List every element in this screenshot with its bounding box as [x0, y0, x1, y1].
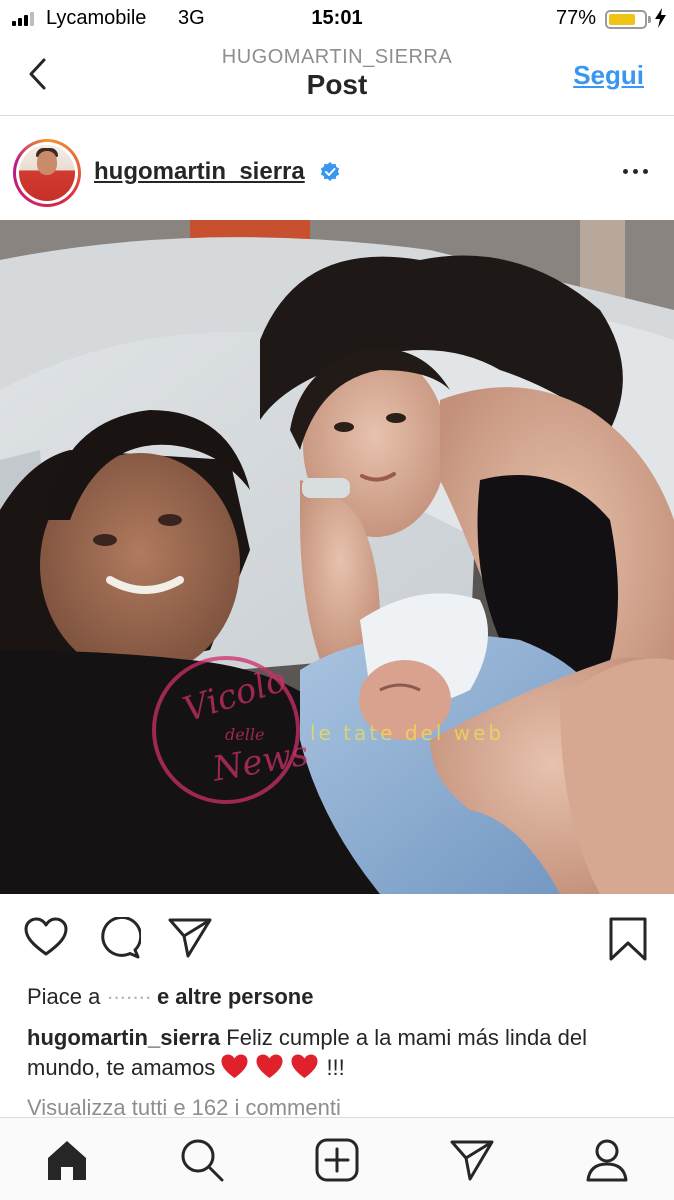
comment-bubble-icon[interactable]	[97, 917, 141, 959]
post-image[interactable]: Vicolo delle News le tate del web	[0, 220, 674, 894]
nav-bar: HUGOMARTIN_SIERRA Post Segui	[0, 36, 674, 116]
new-post-icon[interactable]	[315, 1138, 359, 1182]
post-actions	[0, 905, 674, 971]
heart-outline-icon[interactable]	[24, 917, 68, 957]
verified-badge-icon	[320, 162, 340, 181]
tab-bar	[0, 1117, 674, 1200]
status-bar: Lycamobile 3G 15:01 77%	[0, 0, 674, 36]
red-heart-emoji-icon	[291, 1054, 318, 1078]
bookmark-icon[interactable]	[608, 917, 648, 961]
likes-suffix: e altre persone	[156, 984, 314, 1009]
svg-text:le tate del web: le tate del web	[310, 721, 504, 745]
direct-icon[interactable]	[450, 1138, 494, 1182]
paper-plane-icon[interactable]	[168, 917, 212, 959]
avatar-photo	[19, 145, 75, 201]
post-photo-art: Vicolo delle News le tate del web	[0, 220, 674, 894]
post-username[interactable]: hugomartin_sierra	[94, 158, 305, 186]
search-icon[interactable]	[180, 1138, 224, 1182]
home-icon[interactable]	[45, 1138, 89, 1182]
likes-prefix: Piace a	[27, 984, 101, 1009]
red-heart-emoji-icon	[256, 1054, 283, 1078]
caption-end: !!!	[326, 1055, 345, 1080]
likes-obscured-name: ·······	[106, 984, 152, 1009]
caption-username[interactable]: hugomartin_sierra	[27, 1025, 220, 1050]
red-heart-emoji-icon	[221, 1054, 248, 1078]
post-caption: hugomartin_sierra Feliz cumple a la mami…	[27, 1023, 647, 1083]
more-horizontal-icon[interactable]	[623, 169, 648, 174]
likes-summary[interactable]: Piace a ······· e altre persone	[27, 984, 313, 1010]
follow-button[interactable]: Segui	[573, 60, 644, 91]
battery-percent: 77%	[555, 7, 596, 29]
caption-emojis	[221, 1054, 326, 1080]
avatar[interactable]	[13, 139, 81, 207]
profile-icon[interactable]	[585, 1138, 629, 1182]
charging-bolt-icon	[655, 8, 666, 28]
view-comments-link[interactable]: Visualizza tutti e 162 i commenti	[27, 1095, 341, 1117]
post-header: hugomartin_sierra	[0, 127, 674, 217]
battery-icon	[605, 10, 651, 29]
